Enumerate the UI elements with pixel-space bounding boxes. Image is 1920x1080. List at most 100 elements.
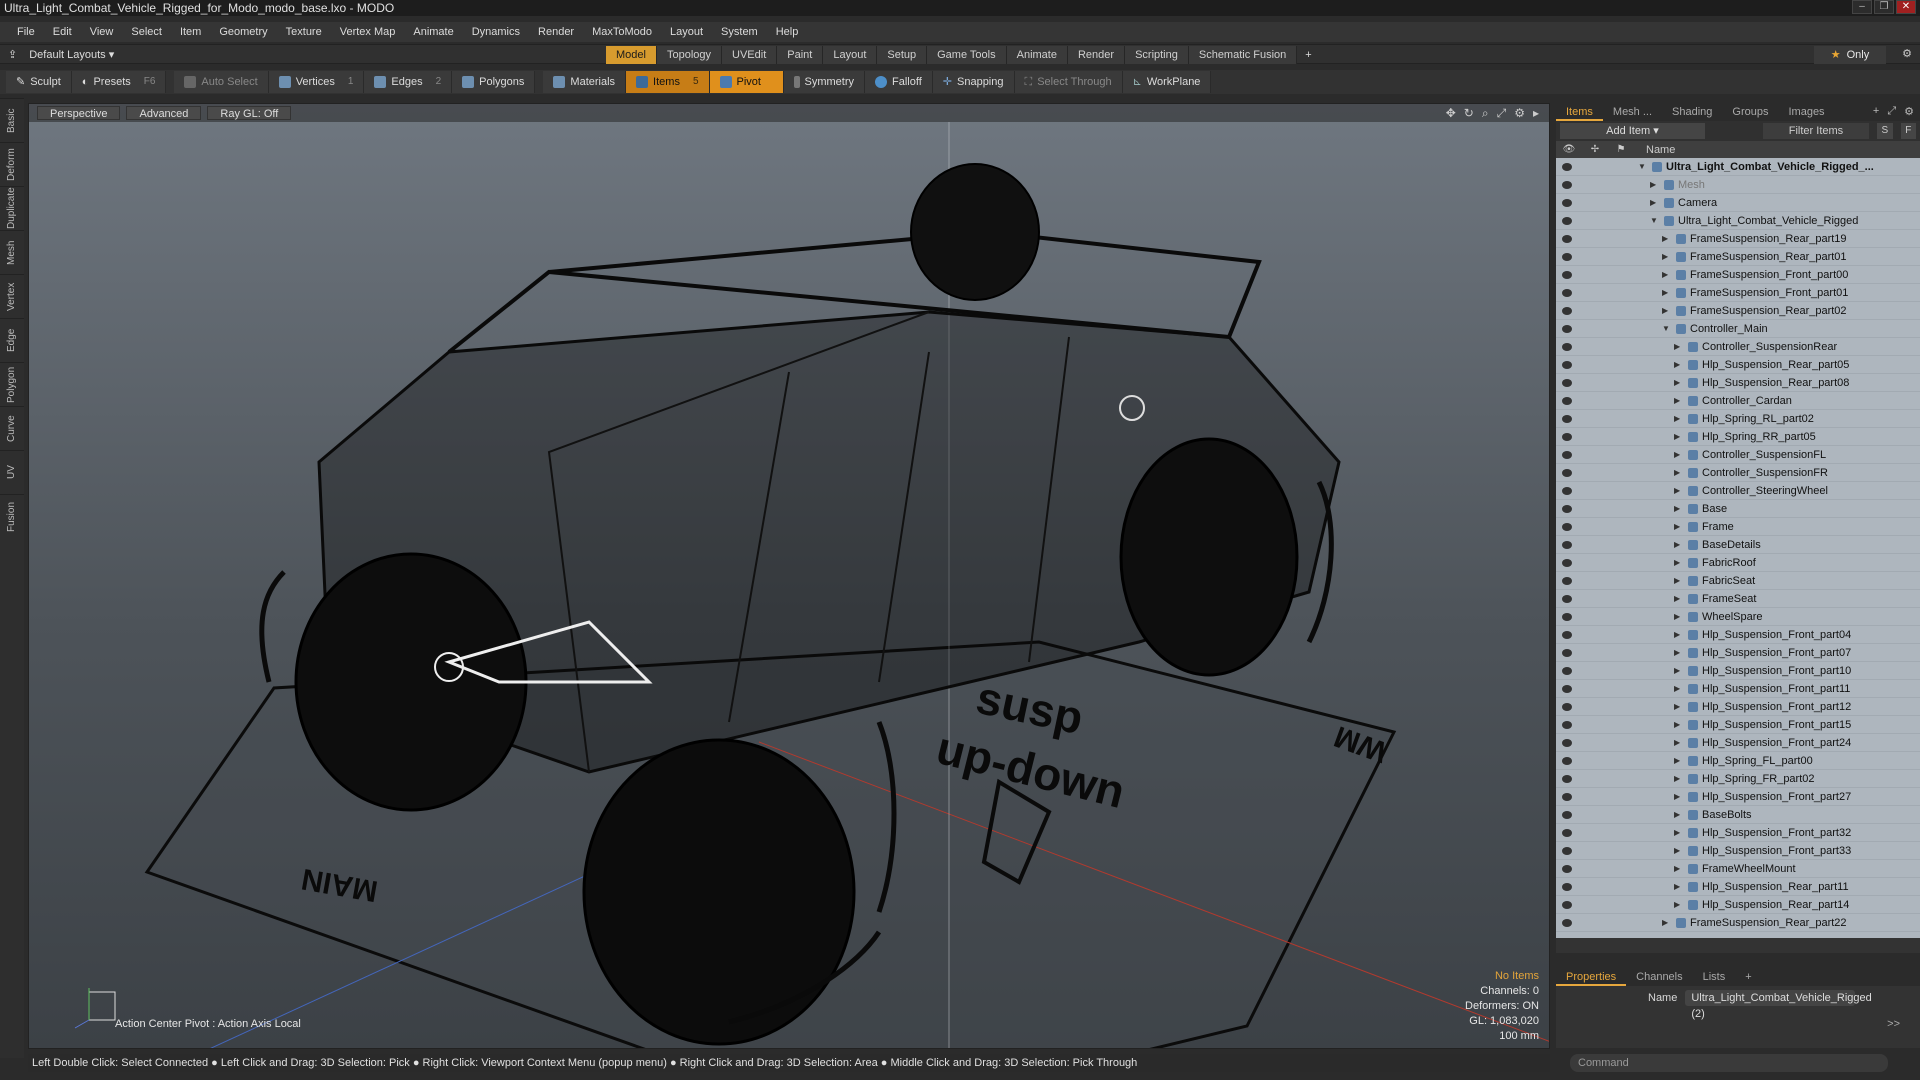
move-view-icon[interactable]: ✥ [1446,106,1456,121]
tab-scripting[interactable]: Scripting [1125,46,1189,64]
expand-triangle-icon[interactable]: ▶ [1674,626,1680,644]
more-button[interactable]: >> [1887,1018,1900,1030]
eye-icon[interactable] [1562,541,1572,549]
menu-view[interactable]: View [81,22,123,42]
eye-icon[interactable] [1562,631,1572,639]
list-item[interactable]: ▼ Ultra_Light_Combat_Vehicle_Rigged_... [1556,158,1920,176]
eye-icon[interactable] [1562,325,1572,333]
list-item[interactable]: ▶ FabricRoof [1556,554,1920,572]
add-tab-button[interactable]: + [1297,46,1319,64]
tab-render[interactable]: Render [1067,46,1126,64]
expand-triangle-icon[interactable]: ▶ [1674,608,1680,626]
expand-triangle-icon[interactable]: ▶ [1674,590,1680,608]
menu-animate[interactable]: Animate [404,22,462,42]
list-item[interactable]: ▶ FabricSeat [1556,572,1920,590]
add-properties-tab[interactable]: + [1735,968,1761,986]
eye-column-icon[interactable]: 👁 [1556,144,1582,155]
f-button[interactable]: F [1900,123,1916,139]
sculpt-button[interactable]: ✎ Sculpt [6,71,72,93]
lock-column-icon[interactable]: ✢ [1582,144,1608,155]
panel-gear-icon[interactable]: ⚙ [1904,105,1914,118]
menu-geometry[interactable]: Geometry [210,22,276,42]
minimize-button[interactable]: – [1852,0,1872,14]
add-panel-icon[interactable]: + [1873,105,1879,118]
eye-icon[interactable] [1562,577,1572,585]
eye-icon[interactable] [1562,523,1572,531]
auto-select-button[interactable]: Auto Select [174,71,269,93]
eye-icon[interactable] [1562,901,1572,909]
eye-icon[interactable] [1562,649,1572,657]
expand-triangle-icon[interactable]: ▶ [1674,338,1680,356]
eye-icon[interactable] [1562,703,1572,711]
eye-icon[interactable] [1562,253,1572,261]
filter-items-input[interactable]: Filter Items [1762,123,1870,139]
vtab-mesh-edit[interactable]: Mesh Edit [0,230,41,274]
list-item[interactable]: ▶ Hlp_Suspension_Front_part11 [1556,680,1920,698]
layout-dropdown[interactable]: ⇪ Default Layouts ▾ [8,47,114,63]
eye-icon[interactable] [1562,793,1572,801]
perspective-button[interactable]: Perspective [37,106,121,120]
list-item[interactable]: ▶ Hlp_Suspension_Rear_part11 [1556,878,1920,896]
list-item[interactable]: ▶ Base [1556,500,1920,518]
name-column-header[interactable]: Name [1646,144,1675,156]
menu-system[interactable]: System [712,22,767,42]
list-item[interactable]: ▶ Mesh [1556,176,1920,194]
list-item[interactable]: ▼ Controller_Main [1556,320,1920,338]
expand-triangle-icon[interactable]: ▶ [1674,896,1680,914]
eye-icon[interactable] [1562,829,1572,837]
vtab-deform[interactable]: Deform [0,142,24,186]
eye-icon[interactable] [1562,865,1572,873]
list-item[interactable]: ▶ Controller_SuspensionRear [1556,338,1920,356]
gear-icon[interactable]: ⚙ [1902,47,1912,60]
expand-triangle-icon[interactable]: ▶ [1674,410,1680,428]
list-item[interactable]: ▶ FrameSuspension_Rear_part01 [1556,248,1920,266]
tab-items[interactable]: Items [1556,103,1603,121]
expand-triangle-icon[interactable]: ▶ [1674,536,1680,554]
expand-triangle-icon[interactable]: ▶ [1650,176,1656,194]
zoom-view-icon[interactable]: ⌕ [1482,106,1489,121]
select-through-button[interactable]: ⛶ Select Through [1014,71,1123,93]
expand-triangle-icon[interactable]: ▶ [1674,428,1680,446]
expand-triangle-icon[interactable]: ▶ [1674,716,1680,734]
list-item[interactable]: ▶ Hlp_Suspension_Front_part07 [1556,644,1920,662]
eye-icon[interactable] [1562,469,1572,477]
expand-triangle-icon[interactable]: ▶ [1674,806,1680,824]
tab-game-tools[interactable]: Game Tools [927,46,1007,64]
tab-uvedit[interactable]: UVEdit [722,46,778,64]
list-item[interactable]: ▶ WheelSpare [1556,608,1920,626]
eye-icon[interactable] [1562,757,1572,765]
list-item[interactable]: ▶ Hlp_Suspension_Front_part33 [1556,842,1920,860]
expand-triangle-icon[interactable]: ▶ [1662,284,1668,302]
eye-icon[interactable] [1562,739,1572,747]
eye-icon[interactable] [1562,379,1572,387]
expand-triangle-icon[interactable]: ▶ [1674,464,1680,482]
3d-viewport[interactable]: Perspective Advanced Ray GL: Off ✥ ↻ ⌕ ⤢… [28,103,1550,1049]
fit-view-icon[interactable]: ⤢ [1497,106,1507,121]
presets-button[interactable]: ◐ Presets F6 [71,71,167,93]
expand-triangle-icon[interactable]: ▶ [1674,860,1680,878]
expand-panel-icon[interactable]: ⤢ [1887,105,1896,118]
list-item[interactable]: ▶ Hlp_Suspension_Front_part27 [1556,788,1920,806]
menu-texture[interactable]: Texture [277,22,331,42]
tab-model[interactable]: Model [606,46,657,64]
expand-triangle-icon[interactable]: ▶ [1674,878,1680,896]
expand-triangle-icon[interactable]: ▶ [1674,644,1680,662]
tab-setup[interactable]: Setup [877,46,928,64]
eye-icon[interactable] [1562,343,1572,351]
expand-triangle-icon[interactable]: ▶ [1674,374,1680,392]
list-item[interactable]: ▶ FrameSeat [1556,590,1920,608]
tab-mesh[interactable]: Mesh ... [1603,103,1662,121]
list-item[interactable]: ▶ Hlp_Spring_RR_part05 [1556,428,1920,446]
eye-icon[interactable] [1562,307,1572,315]
add-item-button[interactable]: Add Item ▾ [1560,123,1705,139]
list-item[interactable]: ▶ Hlp_Suspension_Front_part10 [1556,662,1920,680]
viewport-expand-icon[interactable]: ▸ [1533,106,1539,121]
list-item[interactable]: ▶ Hlp_Spring_FR_part02 [1556,770,1920,788]
expand-triangle-icon[interactable]: ▶ [1662,266,1668,284]
eye-icon[interactable] [1562,415,1572,423]
eye-icon[interactable] [1562,199,1572,207]
expand-triangle-icon[interactable]: ▼ [1662,320,1670,338]
list-item[interactable]: ▶ Hlp_Suspension_Front_part04 [1556,626,1920,644]
eye-icon[interactable] [1562,487,1572,495]
expand-triangle-icon[interactable]: ▶ [1674,734,1680,752]
